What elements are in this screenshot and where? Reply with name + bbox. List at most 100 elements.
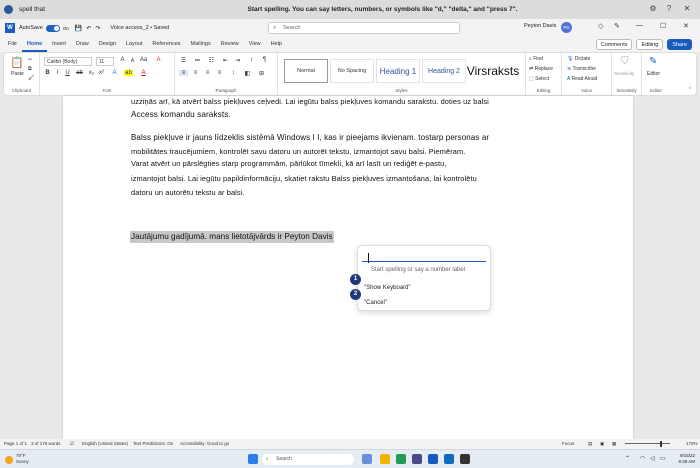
collapse-ribbon-icon[interactable]: ⌃ [688, 87, 692, 93]
read-aloud-button[interactable]: A Read Aloud [567, 76, 597, 82]
undo-icon[interactable]: ↶ [86, 25, 91, 32]
maximize-icon[interactable]: ☐ [660, 22, 666, 30]
user-name[interactable]: Peyton Davis [524, 23, 556, 29]
zoom-level[interactable]: 170% [686, 441, 698, 446]
weather-widget[interactable]: 78°F Sunny [5, 453, 29, 465]
highlight-icon[interactable]: ab [124, 70, 133, 76]
text-predictions-status[interactable]: Text Predictions: On [133, 441, 173, 446]
number-badge-1[interactable]: 1 [350, 274, 361, 285]
align-right-icon[interactable]: ≡ [203, 70, 212, 76]
tray-chevron-icon[interactable]: ⌃ [625, 455, 630, 462]
web-layout-icon[interactable]: ▦ [612, 441, 616, 447]
pen-icon[interactable]: ✎ [614, 22, 620, 30]
diamond-icon[interactable]: ◇ [598, 22, 603, 30]
file-explorer-icon[interactable] [380, 454, 390, 464]
find-button[interactable]: ⌕ Find [529, 56, 543, 62]
language-status[interactable]: English (United States) [82, 441, 128, 446]
comments-button[interactable]: Comments [595, 39, 633, 50]
style-no-spacing[interactable]: No Spacing [330, 59, 374, 83]
show-keyboard-option[interactable]: "Show Keyboard" [364, 285, 411, 291]
minimize-icon[interactable]: — [636, 22, 643, 29]
select-button[interactable]: ⬚ Select [529, 76, 549, 82]
sort-icon[interactable]: ↕ [247, 57, 256, 63]
avatar[interactable]: PD [561, 22, 572, 33]
outlook-icon[interactable] [444, 454, 454, 464]
proofing-icon[interactable]: ☑ [70, 441, 74, 447]
subscript-icon[interactable]: x₂ [87, 70, 96, 76]
replace-button[interactable]: ⇄ Replace [529, 66, 553, 72]
dictate-button[interactable]: 🎙 Dictate [567, 56, 590, 62]
microphone-icon[interactable] [4, 5, 13, 14]
window-close-icon[interactable]: ✕ [683, 22, 689, 30]
word-taskbar-icon[interactable] [428, 454, 438, 464]
close-icon[interactable]: ✕ [682, 4, 692, 14]
change-case-icon[interactable]: Aa [139, 57, 148, 63]
tab-layout[interactable]: Layout [121, 37, 148, 52]
save-icon[interactable]: 💾 [75, 25, 82, 32]
editing-mode-button[interactable]: Editing [636, 39, 664, 50]
numbering-icon[interactable]: ≔ [193, 57, 202, 64]
align-left-icon[interactable]: ≡ [179, 70, 188, 76]
clock[interactable]: 9/15/22 9:28 AM [678, 453, 695, 465]
sensitivity-button[interactable]: Sensitivity [614, 71, 634, 76]
italic-icon[interactable]: I [53, 70, 62, 76]
style-heading-2[interactable]: Heading 2 [422, 59, 466, 83]
superscript-icon[interactable]: x² [97, 70, 106, 76]
accessibility-status[interactable]: Accessibility: Good to go [180, 441, 229, 446]
cut-icon[interactable]: ✂ [28, 57, 32, 63]
tab-home[interactable]: Home [21, 37, 48, 52]
tab-review[interactable]: Review [216, 37, 244, 52]
focus-button[interactable]: Focus [562, 441, 574, 446]
style-heading-1[interactable]: Heading 1 [376, 59, 420, 83]
voice-access-icon[interactable] [460, 454, 470, 464]
zoom-slider[interactable] [625, 443, 670, 444]
task-view-icon[interactable] [362, 454, 372, 464]
word-count[interactable]: 3 of 176 words [31, 441, 61, 446]
font-size-select[interactable]: 11 [96, 57, 114, 66]
paste-icon[interactable]: 📋 [10, 56, 24, 69]
tab-mailings[interactable]: Mailings [186, 37, 216, 52]
document-name[interactable]: Voice access_2 • Saved [110, 25, 169, 31]
tab-draw[interactable]: Draw [71, 37, 94, 52]
tab-view[interactable]: View [244, 37, 266, 52]
bold-icon[interactable]: B [43, 70, 52, 76]
search-input[interactable]: ⌕ Search [268, 22, 460, 34]
help-icon[interactable]: ? [664, 4, 674, 14]
strikethrough-icon[interactable]: ab [75, 70, 84, 76]
style-virsraksts[interactable]: Virsraksts [467, 59, 519, 83]
copy-icon[interactable]: ⧉ [28, 66, 32, 72]
page-count[interactable]: Page 1 of 1 [4, 441, 27, 446]
battery-icon[interactable]: ▭ [660, 455, 666, 462]
read-mode-icon[interactable]: ▤ [588, 441, 592, 447]
store-icon[interactable] [412, 454, 422, 464]
start-icon[interactable] [248, 454, 258, 464]
document-page[interactable]: uzziņās arī, kā atvērt balss piekļuves c… [63, 96, 633, 439]
format-painter-icon[interactable]: 🖌 [28, 75, 34, 81]
underline-icon[interactable]: U [63, 70, 72, 76]
selected-text[interactable]: Jautājumu gadījumā. mans lietotājvārds i… [130, 231, 334, 243]
bullets-icon[interactable]: ☰ [179, 57, 188, 64]
spelling-input[interactable] [362, 249, 486, 263]
transcribe-button[interactable]: ≋ Transcribe [567, 66, 596, 72]
style-normal[interactable]: Normal [284, 59, 328, 83]
share-button[interactable]: Share [667, 39, 692, 50]
settings-icon[interactable]: ⚙ [648, 4, 658, 14]
clear-formatting-icon[interactable]: A [154, 57, 163, 63]
shrink-font-icon[interactable]: A [128, 58, 137, 64]
shading-icon[interactable]: ◧ [243, 70, 252, 77]
font-name-select[interactable]: Calibri (Body) [44, 57, 92, 66]
justify-icon[interactable]: ≡ [215, 70, 224, 76]
grow-font-icon[interactable]: A [118, 57, 127, 63]
decrease-indent-icon[interactable]: ⇤ [221, 57, 230, 64]
taskbar-search[interactable]: ⌕ Search [262, 454, 354, 465]
tab-file[interactable]: File [3, 37, 22, 52]
show-marks-icon[interactable]: ¶ [260, 57, 269, 63]
wifi-icon[interactable]: ◠ [640, 455, 645, 462]
number-badge-2[interactable]: 2 [350, 289, 361, 300]
cancel-option[interactable]: "Cancel" [364, 300, 387, 306]
autosave-toggle[interactable] [45, 24, 60, 32]
line-spacing-icon[interactable]: ↕ [229, 70, 238, 76]
borders-icon[interactable]: ⊞ [257, 70, 266, 77]
redo-icon[interactable]: ↷ [95, 25, 100, 32]
align-center-icon[interactable]: ≡ [191, 70, 200, 76]
